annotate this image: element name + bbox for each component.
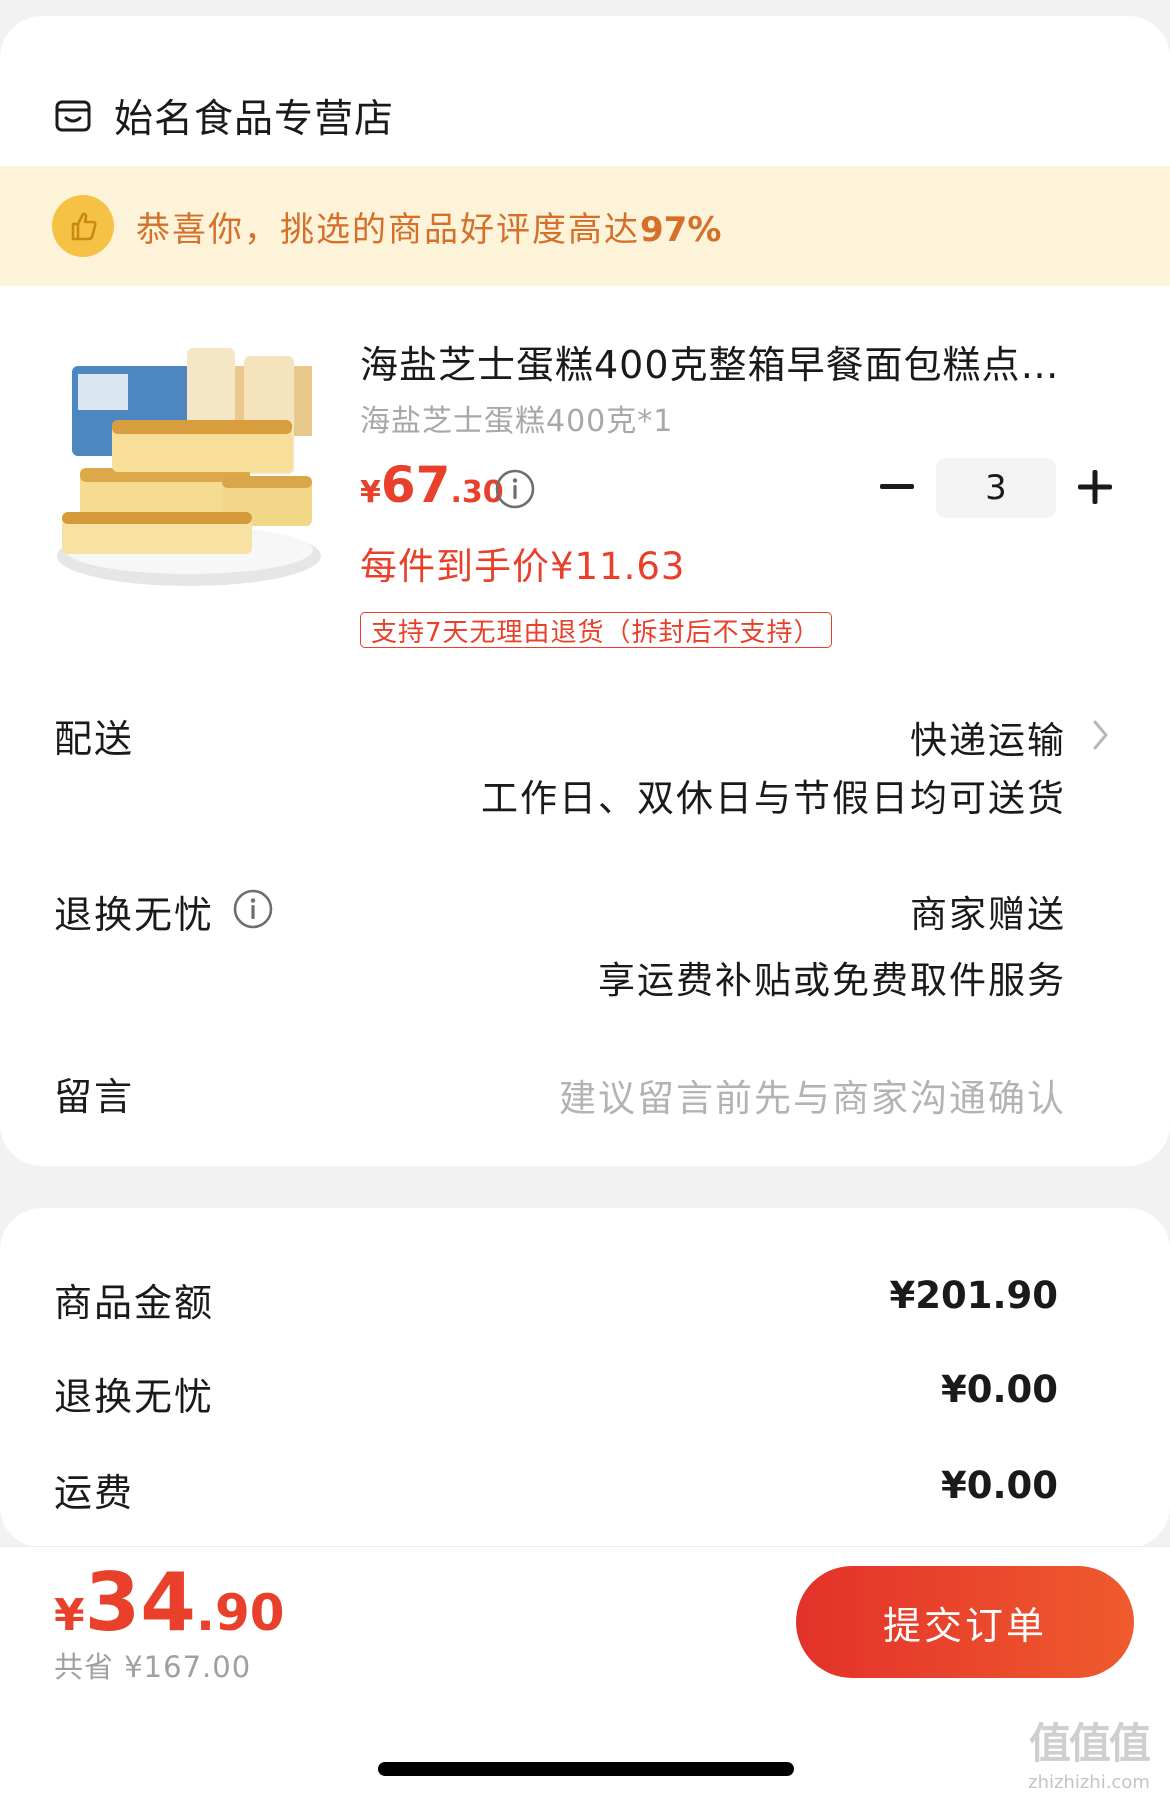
home-indicator[interactable] <box>378 1762 794 1776</box>
delivery-method[interactable]: 快递运输 <box>910 710 1066 764</box>
saved-amount: 共省 ¥167.00 <box>54 1650 252 1684</box>
price-currency: ¥ <box>360 475 381 510</box>
watermark-url: zhizhizhi.com <box>1028 1772 1150 1793</box>
total-price: ¥ 34 .90 <box>54 1556 285 1656</box>
return-policy-tag: 支持7天无理由退货（拆封后不支持） <box>360 612 832 648</box>
summary-value: ¥0.00 <box>940 1368 1058 1411</box>
message-input[interactable]: 建议留言前先与商家沟通确认 <box>559 1068 1066 1122</box>
return-worry-value: 商家赠送 <box>910 893 1066 936</box>
return-worry-detail: 享运费补贴或免费取件服务 <box>598 959 1066 1002</box>
total-currency: ¥ <box>54 1590 85 1641</box>
order-card: 始名食品专营店 恭喜你，挑选的商品好评度高达97% 海盐芝士蛋糕400克整箱早餐… <box>0 16 1170 1166</box>
info-icon[interactable] <box>232 888 274 930</box>
delivery-label: 配送 <box>54 717 135 761</box>
product-title[interactable]: 海盐芝士蛋糕400克整箱早餐面包糕点零食 <box>360 334 1080 389</box>
store-icon <box>54 97 92 135</box>
rating-banner: 恭喜你，挑选的商品好评度高达97% <box>0 166 1170 286</box>
price-integer: 67 <box>380 456 451 514</box>
total-integer: 34 <box>84 1556 196 1649</box>
price-summary-card: 商品金额 ¥201.90 退换无忧 ¥0.00 运费 ¥0.00 <box>0 1208 1170 1548</box>
product-image[interactable] <box>52 336 326 596</box>
product-spec[interactable]: 海盐芝士蛋糕400克*1 <box>360 396 673 440</box>
store-header[interactable]: 始名食品专营店 <box>54 74 394 158</box>
watermark: 值值值 zhizhizhi.com <box>1014 1716 1164 1798</box>
product-price: ¥ 67 .30 <box>360 456 504 522</box>
summary-label: 退换无忧 <box>54 1375 215 1419</box>
unit-price: 每件到手价¥11.63 <box>360 545 686 588</box>
return-worry-label: 退换无忧 <box>54 893 215 937</box>
rating-percent: 97% <box>640 209 722 250</box>
total-decimal: .90 <box>195 1584 285 1642</box>
watermark-logo: 值值值 <box>1028 1719 1151 1768</box>
submit-order-button[interactable]: 提交订单 <box>796 1566 1134 1678</box>
quantity-decrease-button[interactable] <box>872 462 922 512</box>
delivery-detail[interactable]: 工作日、双休日与节假日均可送货 <box>481 768 1066 822</box>
chevron-right-icon[interactable] <box>1090 718 1112 752</box>
quantity-value[interactable]: 3 <box>936 458 1056 518</box>
summary-label: 运费 <box>54 1471 135 1515</box>
summary-value: ¥0.00 <box>940 1464 1058 1507</box>
store-name: 始名食品专营店 <box>114 97 395 142</box>
summary-label: 商品金额 <box>54 1281 215 1325</box>
quantity-increase-button[interactable] <box>1070 462 1120 512</box>
summary-value: ¥201.90 <box>889 1274 1058 1317</box>
message-label: 留言 <box>54 1075 135 1119</box>
rating-text: 恭喜你，挑选的商品好评度高达 <box>136 209 640 250</box>
thumbs-up-icon <box>52 195 114 257</box>
info-icon[interactable] <box>494 468 536 510</box>
